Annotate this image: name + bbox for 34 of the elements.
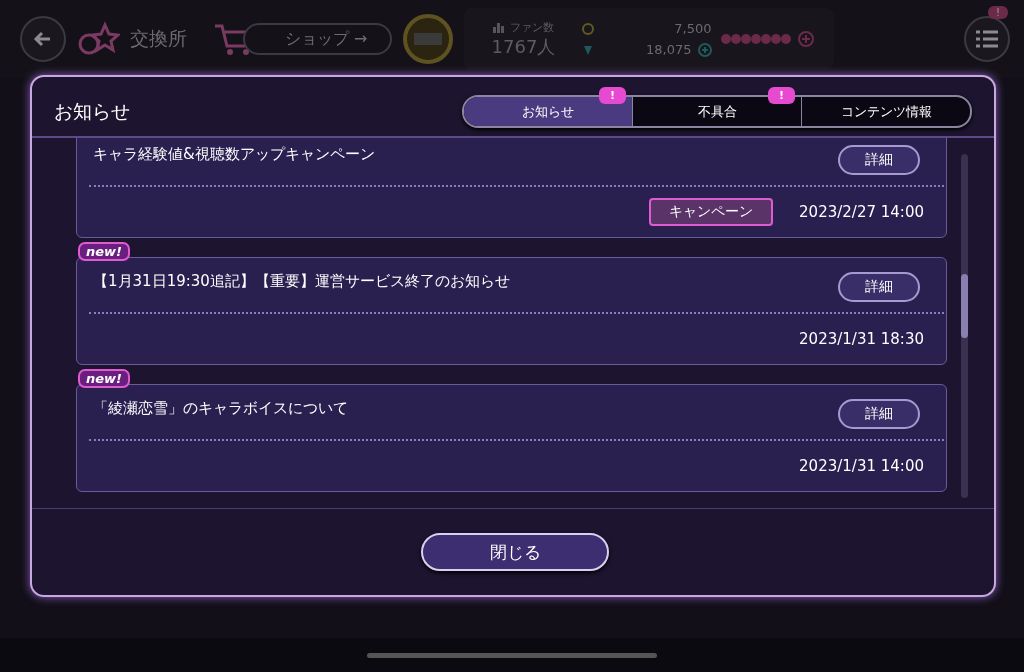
- gem-count: 18,075: [645, 42, 692, 57]
- alert-badge: !: [598, 87, 626, 104]
- medal-icon: [401, 13, 454, 65]
- alert-badge: !: [767, 87, 795, 104]
- dialog-title: お知らせ: [54, 98, 130, 124]
- notice-date: 2023/2/27 14:00: [799, 203, 924, 221]
- category-tag: キャンペーン: [649, 198, 774, 226]
- notice-title: 【1月31日19:30追記】【重要】運営サービス終了のお知らせ: [93, 272, 510, 291]
- new-badge: new!: [78, 369, 130, 388]
- plus-icon: [797, 31, 814, 47]
- scrollbar[interactable]: [961, 154, 968, 498]
- detail-button[interactable]: 詳細: [838, 145, 920, 175]
- menu-button[interactable]: [964, 16, 1010, 62]
- fans-count: 1767人: [491, 34, 556, 59]
- home-indicator[interactable]: [367, 652, 657, 658]
- detail-button[interactable]: 詳細: [838, 399, 920, 429]
- coin-icon: [581, 22, 594, 35]
- detail-button[interactable]: 詳細: [838, 272, 920, 302]
- shop-button[interactable]: ショップ →: [243, 23, 392, 55]
- new-badge: new!: [78, 242, 130, 261]
- tab[interactable]: コンテンツ情報: [802, 97, 970, 126]
- notice-date: 2023/1/31 14:00: [799, 457, 924, 475]
- notice-date: 2023/1/31 18:30: [799, 330, 924, 348]
- back-button[interactable]: [20, 16, 66, 62]
- screen-title: 交換所: [130, 26, 187, 51]
- notice-title: キャラ経験値&視聴数アップキャンペーン: [93, 145, 375, 164]
- gem-icon: [581, 43, 594, 56]
- coin-count: 7,500: [673, 21, 712, 36]
- alert-badge: !: [988, 6, 1008, 19]
- close-button[interactable]: 閉じる: [421, 533, 609, 571]
- menu-icon: [976, 30, 998, 48]
- notice-title: 「綾瀬恋雪」のキャラボイスについて: [93, 399, 348, 418]
- bar-chart-icon: [493, 21, 505, 33]
- plus-icon: [697, 42, 712, 57]
